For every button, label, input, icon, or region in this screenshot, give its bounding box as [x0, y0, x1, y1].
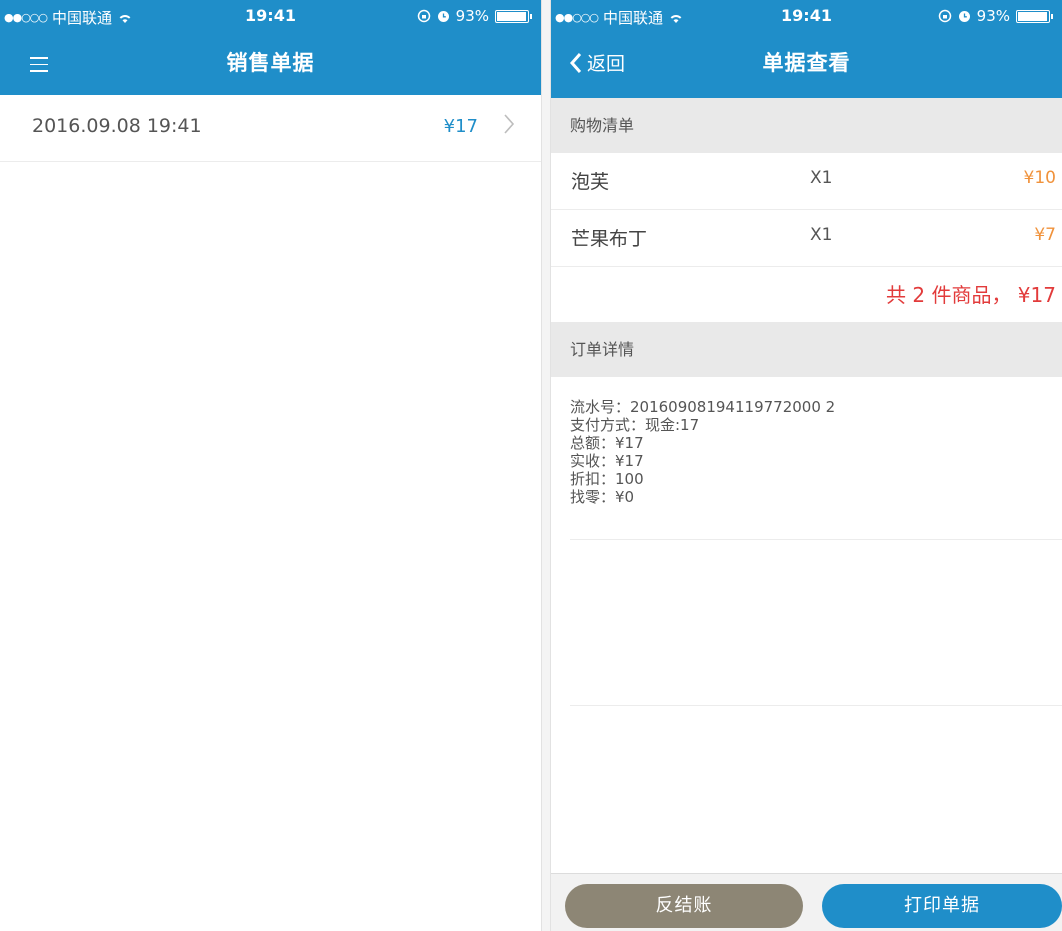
battery-percent: 93%	[976, 7, 1010, 25]
item-qty: X1	[810, 168, 833, 188]
navbar: 销售单据	[0, 33, 541, 95]
item-qty: X1	[810, 225, 833, 245]
battery-icon	[495, 9, 532, 23]
bill-row[interactable]: 2016.09.08 19:41 ¥17	[0, 95, 541, 162]
detail-total: 总额：¥17	[570, 434, 644, 452]
item-price: ¥7	[1034, 225, 1056, 245]
status-bar: ●●○○○ 中国联通 19:41 93%	[551, 0, 1062, 33]
alarm-icon	[958, 10, 970, 22]
status-bar: ●●○○○ 中国联通 19:41 93%	[0, 0, 541, 33]
list-item: 泡芙 X1 ¥10	[551, 153, 1062, 210]
screen-divider	[541, 0, 551, 931]
header: ●●○○○ 中国联通 19:41 93% 返回 单据查看	[551, 0, 1062, 98]
battery-icon	[1016, 9, 1053, 23]
order-summary: 共 2 件商品， ¥17	[551, 267, 1062, 322]
battery-percent: 93%	[455, 7, 489, 25]
rotation-lock-icon	[938, 9, 951, 23]
detail-change: 找零：¥0	[570, 488, 635, 506]
unsettle-button[interactable]: 反结账	[565, 884, 803, 928]
chevron-right-icon	[504, 114, 515, 134]
bottom-action-bar: 反结账 打印单据	[551, 873, 1062, 931]
item-price: ¥10	[1023, 168, 1056, 188]
page-title: 单据查看	[762, 51, 851, 75]
detail-payment: 支付方式：现金:17	[570, 416, 700, 434]
divider	[570, 705, 1062, 706]
item-name: 泡芙	[571, 171, 610, 193]
detail-serial: 流水号：20160908194119772000 2	[570, 398, 836, 416]
summary-text: 共 2 件商品， ¥17	[886, 283, 1056, 307]
header: ●●○○○ 中国联通 19:41 93% 销售单据	[0, 0, 541, 95]
alarm-icon	[437, 10, 449, 22]
shopping-list-header: 购物清单	[551, 98, 1062, 153]
bill-date: 2016.09.08 19:41	[32, 115, 202, 137]
navbar: 返回 单据查看	[551, 33, 1062, 95]
print-bill-button[interactable]: 打印单据	[822, 884, 1062, 928]
page-title: 销售单据	[226, 51, 315, 75]
bill-detail-screen: ●●○○○ 中国联通 19:41 93% 返回 单据查看 购物清单 泡芙 X1 …	[551, 0, 1062, 931]
sales-bills-screen: ●●○○○ 中国联通 19:41 93% 销售单据 2016.09.08 19:…	[0, 0, 541, 931]
detail-received: 实收：¥17	[570, 452, 644, 470]
rotation-lock-icon	[417, 9, 430, 23]
order-details-header: 订单详情	[551, 322, 1062, 377]
order-details: 流水号：20160908194119772000 2 支付方式：现金:17 总额…	[570, 377, 1062, 540]
detail-discount: 折扣：100	[570, 470, 644, 488]
list-item: 芒果布丁 X1 ¥7	[551, 210, 1062, 267]
item-name: 芒果布丁	[571, 228, 648, 250]
bill-amount: ¥17	[443, 116, 478, 137]
